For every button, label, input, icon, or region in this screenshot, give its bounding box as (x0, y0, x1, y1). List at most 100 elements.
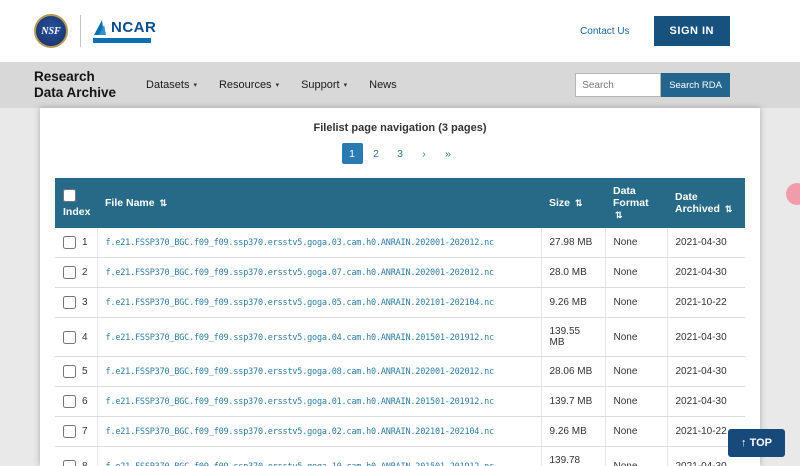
file-cell: f.e21.FSSP370_BGC.f09_f09.ssp370.ersstv5… (97, 318, 541, 357)
date-cell: 2021-04-30 (667, 387, 745, 417)
pagination: 1 2 3 › » (55, 143, 745, 164)
table-row: 2 f.e21.FSSP370_BGC.f09_f09.ssp370.ersstv… (55, 258, 745, 288)
date-cell: 2021-04-30 (667, 228, 745, 258)
format-cell: None (605, 288, 667, 318)
index-cell: 4 (55, 318, 97, 357)
file-cell: f.e21.FSSP370_BGC.f09_f09.ssp370.ersstv5… (97, 288, 541, 318)
nav-item-support[interactable]: Support ▾ (301, 79, 347, 91)
index-cell: 7 (55, 417, 97, 447)
filelist-table: Index File Name ⇅ Size ⇅ Data Format ⇅ D… (55, 178, 745, 466)
next-page-button[interactable]: › (414, 143, 435, 164)
nav-item-support-label: Support (301, 79, 340, 91)
filelist-nav-title: Filelist page navigation (3 pages) (55, 122, 745, 134)
index-cell: 6 (55, 387, 97, 417)
table-row: 7 f.e21.FSSP370_BGC.f09_f09.ssp370.ersstv… (55, 417, 745, 447)
file-link[interactable]: f.e21.FSSP370_BGC.f09_f09.ssp370.ersstv5… (106, 427, 494, 437)
row-checkbox[interactable] (63, 425, 76, 438)
site-brand[interactable]: Research Data Archive (34, 69, 116, 100)
brand-line2: Data Archive (34, 85, 116, 101)
size-cell: 139.78 MB (541, 447, 605, 466)
table-row: 1f.e21.FSSP370_BGC.f09_f09.ssp370.ersstv… (55, 228, 745, 258)
data-format-header[interactable]: Data Format ⇅ (605, 178, 667, 228)
size-cell: 9.26 MB (541, 288, 605, 318)
size-cell: 28.0 MB (541, 258, 605, 288)
date-archived-header-label: Date Archived (675, 191, 720, 215)
data-format-header-label: Data Format (613, 185, 649, 209)
date-archived-header[interactable]: Date Archived ⇅ (667, 178, 745, 228)
table-row: 6 f.e21.FSSP370_BGC.f09_f09.ssp370.ersstv… (55, 387, 745, 417)
size-header[interactable]: Size ⇅ (541, 178, 605, 228)
row-index: 2 (82, 267, 88, 278)
index-cell: 3 (55, 288, 97, 318)
sort-icon: ⇅ (575, 198, 583, 208)
format-cell: None (605, 417, 667, 447)
date-cell: 2021-10-22 (667, 288, 745, 318)
row-checkbox[interactable] (63, 395, 76, 408)
format-cell: None (605, 357, 667, 387)
sort-icon: ⇅ (725, 204, 733, 214)
row-index: 7 (82, 426, 88, 437)
back-to-top-label: TOP (750, 437, 772, 449)
format-cell: None (605, 318, 667, 357)
format-cell: None (605, 387, 667, 417)
row-checkbox[interactable] (63, 365, 76, 378)
feedback-fab[interactable] (786, 183, 800, 205)
nsf-logo[interactable]: NSF (34, 14, 68, 48)
row-checkbox[interactable] (63, 331, 76, 344)
index-cell: 5 (55, 357, 97, 387)
page-button-3[interactable]: 3 (390, 143, 411, 164)
nav-item-resources-label: Resources (219, 79, 272, 91)
nav-item-news[interactable]: News (369, 79, 397, 91)
ncar-logo[interactable]: NCAR (93, 19, 156, 43)
ncar-mark-icon (93, 20, 107, 36)
row-checkbox[interactable] (63, 266, 76, 279)
file-link[interactable]: f.e21.FSSP370_BGC.f09_f09.ssp370.ersstv5… (106, 238, 494, 248)
nav-item-resources[interactable]: Resources ▾ (219, 79, 279, 91)
file-name-header[interactable]: File Name ⇅ (97, 178, 541, 228)
last-page-button[interactable]: » (438, 143, 459, 164)
search-rda-button[interactable]: Search RDA (661, 73, 730, 97)
row-index: 3 (82, 297, 88, 308)
row-index: 5 (82, 366, 88, 377)
row-checkbox[interactable] (63, 460, 76, 466)
file-link[interactable]: f.e21.FSSP370_BGC.f09_f09.ssp370.ersstv5… (106, 268, 494, 278)
row-checkbox[interactable] (63, 296, 76, 309)
file-link[interactable]: f.e21.FSSP370_BGC.f09_f09.ssp370.ersstv5… (106, 462, 494, 466)
file-cell: f.e21.FSSP370_BGC.f09_f09.ssp370.ersstv5… (97, 258, 541, 288)
date-cell: 2021-04-30 (667, 357, 745, 387)
size-cell: 139.55 MB (541, 318, 605, 357)
file-link[interactable]: f.e21.FSSP370_BGC.f09_f09.ssp370.ersstv5… (106, 298, 494, 308)
nav-item-datasets[interactable]: Datasets ▾ (146, 79, 197, 91)
contact-us-link[interactable]: Contact Us (580, 26, 629, 37)
chevron-down-icon: ▾ (276, 81, 280, 89)
logo-group: NSF NCAR (34, 14, 156, 48)
filelist-body: 1f.e21.FSSP370_BGC.f09_f09.ssp370.ersstv… (55, 228, 745, 466)
chevron-down-icon: ▾ (193, 81, 197, 89)
file-link[interactable]: f.e21.FSSP370_BGC.f09_f09.ssp370.ersstv5… (106, 397, 494, 407)
size-cell: 28.06 MB (541, 357, 605, 387)
back-to-top-button[interactable]: ↑ TOP (728, 429, 785, 457)
index-header: Index (55, 178, 97, 228)
table-row: 5 f.e21.FSSP370_BGC.f09_f09.ssp370.ersstv… (55, 357, 745, 387)
page-button-1[interactable]: 1 (342, 143, 363, 164)
page-button-2[interactable]: 2 (366, 143, 387, 164)
ncar-tagline-strip (93, 38, 151, 43)
select-all-checkbox[interactable] (63, 189, 76, 202)
file-cell: f.e21.FSSP370_BGC.f09_f09.ssp370.ersstv5… (97, 228, 541, 258)
file-cell: f.e21.FSSP370_BGC.f09_f09.ssp370.ersstv5… (97, 357, 541, 387)
size-cell: 9.26 MB (541, 417, 605, 447)
table-header-row: Index File Name ⇅ Size ⇅ Data Format ⇅ D… (55, 178, 745, 228)
date-cell: 2021-04-30 (667, 318, 745, 357)
file-link[interactable]: f.e21.FSSP370_BGC.f09_f09.ssp370.ersstv5… (106, 333, 494, 343)
nav-item-datasets-label: Datasets (146, 79, 189, 91)
nav-item-news-label: News (369, 79, 397, 91)
table-row: 8 f.e21.FSSP370_BGC.f09_f09.ssp370.ersstv… (55, 447, 745, 466)
row-index: 8 (82, 461, 88, 466)
search-input[interactable] (575, 73, 661, 97)
date-cell: 2021-04-30 (667, 258, 745, 288)
row-checkbox[interactable] (63, 236, 76, 249)
table-row: 3 f.e21.FSSP370_BGC.f09_f09.ssp370.ersstv… (55, 288, 745, 318)
format-cell: None (605, 447, 667, 466)
file-link[interactable]: f.e21.FSSP370_BGC.f09_f09.ssp370.ersstv5… (106, 367, 494, 377)
sign-in-button[interactable]: SIGN IN (654, 16, 730, 46)
